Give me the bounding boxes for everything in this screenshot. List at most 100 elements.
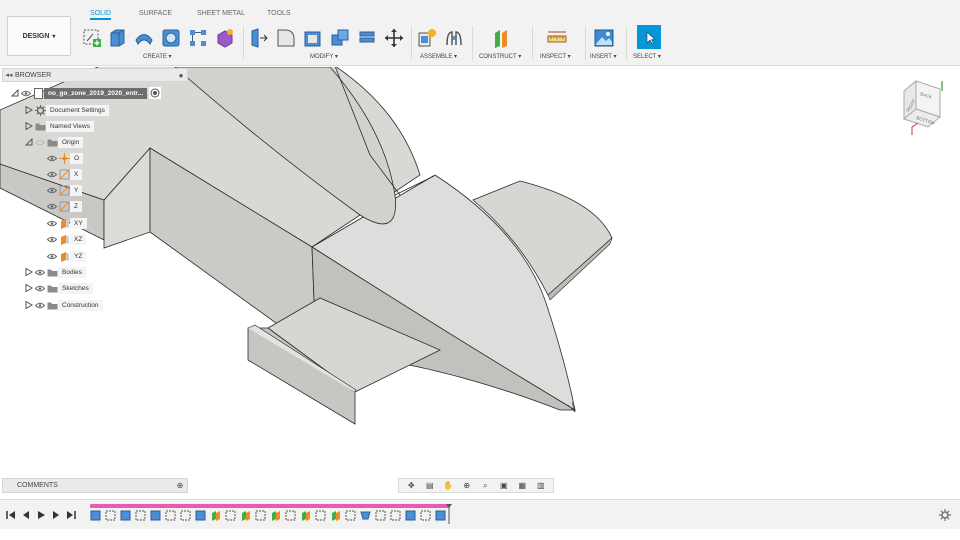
add-comment-icon[interactable]: ⊕	[173, 481, 187, 490]
move-copy-icon[interactable]	[383, 27, 405, 49]
timeline-plane-icon[interactable]	[270, 510, 281, 521]
timeline-feature-icon[interactable]	[195, 510, 206, 521]
rectangular-pattern-icon[interactable]	[187, 27, 209, 49]
group-create-label[interactable]: CREATE ▾	[143, 53, 172, 60]
group-inspect-label[interactable]: INSPECT ▾	[540, 53, 571, 60]
eye-icon[interactable]	[46, 169, 58, 179]
browser-item-sketches[interactable]: Sketches	[24, 281, 93, 295]
eye-icon[interactable]	[46, 201, 58, 211]
timeline-feature-icon[interactable]	[90, 510, 101, 521]
viewports-icon[interactable]: ▥	[534, 480, 548, 492]
eye-hidden-icon[interactable]	[34, 137, 46, 147]
collapsed-triangle-icon[interactable]	[24, 267, 34, 277]
timeline-plane-icon[interactable]	[210, 510, 221, 521]
eye-icon[interactable]	[46, 234, 58, 244]
new-component-icon[interactable]	[416, 27, 438, 49]
fit-icon[interactable]: ⌕	[478, 480, 492, 492]
browser-item-x-axis[interactable]: X	[46, 167, 83, 181]
extrude-icon[interactable]	[106, 27, 128, 49]
tab-surface[interactable]: SURFACE	[139, 10, 172, 17]
insert-image-icon[interactable]	[593, 27, 615, 49]
browser-item-yz-plane[interactable]: YZ	[46, 249, 87, 263]
timeline-sketch-icon[interactable]	[420, 510, 431, 521]
group-modify-label[interactable]: MODIFY ▾	[310, 53, 338, 60]
browser-item-construction[interactable]: Construction	[24, 298, 103, 312]
zoom-icon[interactable]: ⊕	[460, 480, 474, 492]
pan-hand-icon[interactable]: ✋	[441, 480, 455, 492]
expanded-triangle-icon[interactable]	[10, 88, 20, 98]
timeline-settings-gear-icon[interactable]	[938, 508, 952, 522]
browser-root-label[interactable]: no_go_zone_2019_2020_entr...	[44, 87, 148, 99]
tab-solid[interactable]: SOLID	[90, 10, 112, 20]
eye-icon[interactable]	[34, 267, 46, 277]
group-insert-label[interactable]: INSERT ▾	[590, 53, 616, 60]
expanded-triangle-icon[interactable]	[24, 137, 34, 147]
timeline-plane-icon[interactable]	[240, 510, 251, 521]
go-to-end-icon[interactable]	[65, 509, 77, 521]
browser-item-xz-plane[interactable]: XZ	[46, 232, 87, 246]
step-back-icon[interactable]	[20, 509, 32, 521]
hole-icon[interactable]	[160, 27, 182, 49]
timeline-loft-icon[interactable]	[360, 510, 371, 521]
timeline-sketch-icon[interactable]	[105, 510, 116, 521]
look-at-icon[interactable]: ▤	[423, 480, 437, 492]
revolve-icon[interactable]	[133, 27, 155, 49]
timeline-sketch-icon[interactable]	[225, 510, 236, 521]
activate-radio-icon[interactable]	[149, 87, 162, 99]
eye-icon[interactable]	[34, 300, 46, 310]
browser-item-origin-point[interactable]: O	[46, 151, 84, 165]
shell-icon[interactable]	[302, 27, 324, 49]
browser-item-y-axis[interactable]: Y	[46, 183, 83, 197]
timeline-sketch-icon[interactable]	[180, 510, 191, 521]
timeline-sketch-icon[interactable]	[255, 510, 266, 521]
grid-settings-icon[interactable]: ▦	[515, 480, 529, 492]
group-construct-label[interactable]: CONSTRUCT ▾	[479, 53, 521, 60]
eye-icon[interactable]	[20, 88, 32, 98]
offset-plane-icon[interactable]	[490, 27, 512, 49]
browser-item-document-settings[interactable]: Document Settings	[24, 103, 109, 117]
timeline-plane-icon[interactable]	[300, 510, 311, 521]
collapsed-triangle-icon[interactable]	[24, 300, 34, 310]
timeline-marker-icon[interactable]	[446, 504, 452, 524]
press-pull-icon[interactable]	[248, 27, 270, 49]
orbit-icon[interactable]: ✥	[404, 480, 418, 492]
eye-icon[interactable]	[46, 218, 58, 228]
timeline-sketch-icon[interactable]	[165, 510, 176, 521]
eye-icon[interactable]	[34, 283, 46, 293]
pin-icon[interactable]: ●	[175, 71, 187, 80]
browser-item-named-views[interactable]: Named Views	[24, 119, 94, 133]
combine-icon[interactable]	[329, 27, 351, 49]
eye-icon[interactable]	[46, 153, 58, 163]
timeline-feature-icon[interactable]	[150, 510, 161, 521]
select-tool-icon[interactable]	[637, 25, 661, 49]
measure-icon[interactable]	[546, 27, 568, 49]
create-form-icon[interactable]	[214, 27, 236, 49]
timeline-feature-icon[interactable]	[120, 510, 131, 521]
timeline-sketch-icon[interactable]	[135, 510, 146, 521]
offset-face-icon[interactable]	[356, 27, 378, 49]
collapsed-triangle-icon[interactable]	[24, 121, 34, 131]
create-sketch-icon[interactable]	[81, 27, 103, 49]
collapsed-triangle-icon[interactable]	[24, 283, 34, 293]
eye-icon[interactable]	[46, 251, 58, 261]
display-settings-icon[interactable]: ▣	[497, 480, 511, 492]
timeline-sketch-icon[interactable]	[345, 510, 356, 521]
collapsed-triangle-icon[interactable]	[24, 105, 34, 115]
viewcube[interactable]: BACK RIGHT BOTTOM	[898, 77, 954, 139]
play-icon[interactable]	[35, 509, 47, 521]
workspace-switcher[interactable]: DESIGN ▾	[7, 16, 71, 56]
go-to-start-icon[interactable]	[5, 509, 17, 521]
tab-sheet-metal[interactable]: SHEET METAL	[197, 10, 245, 17]
browser-item-xy-plane[interactable]: XY	[46, 216, 87, 230]
timeline-sketch-icon[interactable]	[375, 510, 386, 521]
timeline-sketch-icon[interactable]	[315, 510, 326, 521]
fillet-icon[interactable]	[275, 27, 297, 49]
timeline-plane-icon[interactable]	[330, 510, 341, 521]
tab-tools[interactable]: TOOLS	[267, 10, 291, 17]
group-assemble-label[interactable]: ASSEMBLE ▾	[420, 53, 457, 60]
browser-item-origin[interactable]: Origin	[24, 135, 84, 149]
timeline-feature-icon[interactable]	[405, 510, 416, 521]
timeline-sketch-icon[interactable]	[390, 510, 401, 521]
step-forward-icon[interactable]	[50, 509, 62, 521]
timeline-feature-icon[interactable]	[435, 510, 446, 521]
